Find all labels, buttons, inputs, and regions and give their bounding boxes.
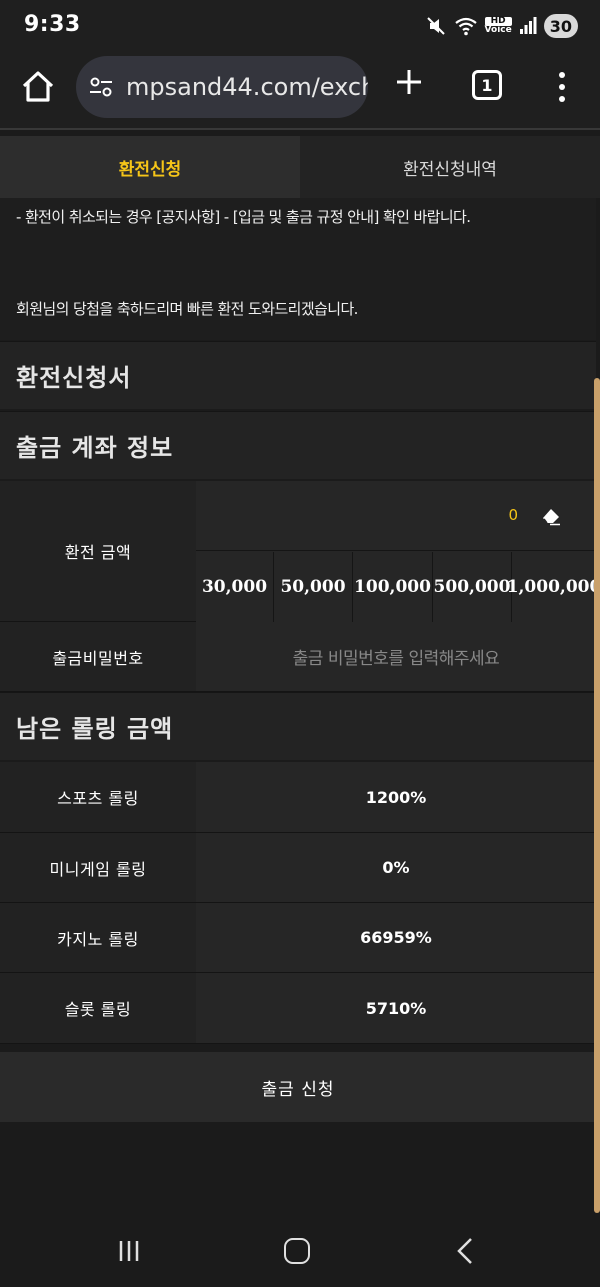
recents-icon[interactable] (117, 1239, 141, 1263)
status-time: 9:33 (24, 12, 81, 37)
quick-amount-buttons: 30,000 50,000 100,000 500,000 1,000,000 (196, 552, 600, 622)
system-nav-bar (0, 1213, 600, 1287)
rolling-section-title: 남은 롤링 금액 (0, 692, 596, 760)
tab-switcher-button[interactable]: 1 (472, 70, 502, 100)
password-row: 출금비밀번호 출금 비밀번호를 입력해주세요 (0, 622, 596, 692)
quick-amount-button[interactable]: 1,000,000 (507, 552, 600, 622)
notice-line-congrats: 회원님의 당첨을 축하드리며 빠른 환전 도와드리겠습니다. (16, 300, 358, 318)
rolling-row: 스포츠 롤링 1200% (0, 762, 596, 833)
tab-exchange-history[interactable]: 환전신청내역 (300, 136, 600, 198)
rolling-label: 미니게임 롤링 (0, 833, 196, 902)
more-menu-icon[interactable] (551, 70, 573, 104)
withdraw-password-input[interactable]: 출금 비밀번호를 입력해주세요 (196, 622, 596, 691)
home-nav-icon[interactable] (284, 1238, 310, 1264)
status-icons: HD Voice 30 (425, 12, 578, 40)
quick-amount-button[interactable]: 50,000 (274, 552, 353, 622)
address-bar[interactable]: mpsand44.com/exch (76, 56, 368, 118)
browser-toolbar: mpsand44.com/exch 1 (0, 52, 600, 130)
withdraw-submit-button[interactable]: 출금 신청 (0, 1052, 596, 1122)
notice-box: - 환전이 취소되는 경우 [공지사항] - [입금 및 출금 규정 안내] 확… (0, 198, 596, 340)
rolling-label: 슬롯 롤링 (0, 973, 196, 1043)
form-title: 환전신청서 (0, 341, 596, 409)
amount-row: 환전 금액 0 30,000 50,000 100,000 500,000 1,… (0, 481, 600, 622)
scrollbar[interactable] (594, 378, 600, 1213)
new-tab-icon[interactable] (393, 66, 425, 98)
rolling-label: 스포츠 롤링 (0, 762, 196, 832)
amount-value: 0 (508, 506, 518, 524)
rolling-value: 5710% (196, 973, 596, 1043)
signal-icon (519, 17, 537, 34)
url-text: mpsand44.com/exch (126, 73, 368, 101)
password-label: 출금비밀번호 (0, 622, 196, 691)
rolling-row: 미니게임 롤링 0% (0, 833, 596, 903)
eraser-icon[interactable] (540, 506, 562, 526)
notice-line-cancel: - 환전이 취소되는 경우 [공지사항] - [입금 및 출금 규정 안내] 확… (16, 208, 471, 226)
home-icon[interactable] (18, 66, 58, 106)
battery-indicator: 30 (543, 14, 578, 38)
account-section-title: 출금 계좌 정보 (0, 411, 596, 479)
rolling-row: 카지노 롤링 66959% (0, 903, 596, 973)
back-icon[interactable] (456, 1237, 474, 1265)
mute-icon (426, 17, 445, 35)
rolling-row: 슬롯 롤링 5710% (0, 973, 596, 1044)
status-bar: 9:33 HD Voice 30 (0, 0, 600, 52)
site-settings-icon[interactable] (88, 74, 114, 100)
hd-voice-icon: HD Voice (484, 16, 512, 35)
exchange-tabs: 환전신청 환전신청내역 (0, 136, 600, 198)
quick-amount-button[interactable]: 100,000 (353, 552, 433, 622)
amount-input[interactable]: 0 (196, 481, 596, 551)
rolling-label: 카지노 롤링 (0, 903, 196, 972)
tab-exchange-request[interactable]: 환전신청 (0, 136, 300, 198)
amount-area: 0 30,000 50,000 100,000 500,000 1,000,00… (196, 481, 600, 622)
rolling-value: 1200% (196, 762, 596, 832)
amount-label: 환전 금액 (0, 481, 196, 621)
wifi-icon (454, 17, 477, 36)
rolling-value: 66959% (196, 903, 596, 972)
rolling-value: 0% (196, 833, 596, 902)
quick-amount-button[interactable]: 500,000 (433, 552, 512, 622)
quick-amount-button[interactable]: 30,000 (196, 552, 274, 622)
